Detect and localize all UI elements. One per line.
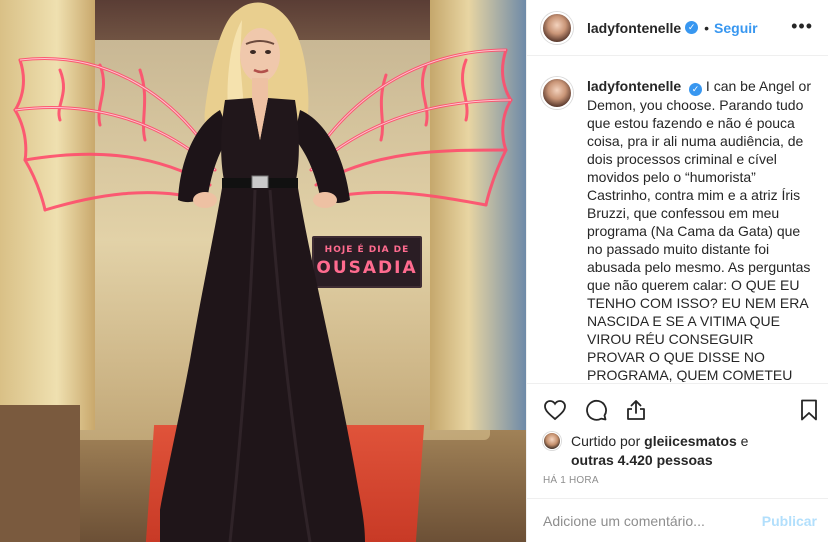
author-avatar[interactable] [541, 11, 573, 44]
liker-username[interactable]: gleiicesmatos [644, 433, 737, 449]
likes-text: Curtido por gleiicesmatos e outras 4.420… [571, 432, 748, 470]
post-header: ladyfontenelle ✓ • Seguir ••• [527, 0, 828, 56]
separator-dot: • [704, 19, 710, 36]
likes-conjunction: e [740, 433, 749, 449]
likes-prefix: Curtido por [571, 433, 641, 449]
heart-icon[interactable] [543, 398, 567, 422]
share-icon[interactable] [624, 398, 648, 422]
more-options-icon[interactable]: ••• [791, 16, 813, 37]
liker-avatar[interactable] [543, 432, 561, 450]
post-photo[interactable]: HOJE É DIA DE OUSADIA [0, 0, 526, 542]
bookmark-icon[interactable] [797, 398, 821, 422]
post-timestamp[interactable]: HÁ 1 HORA [543, 475, 599, 486]
publish-button[interactable]: Publicar [762, 513, 817, 529]
caption-text: ladyfontenelle ✓ I can be Angel or Demon… [587, 77, 815, 382]
verified-icon: ✓ [685, 21, 699, 34]
likes-summary: Curtido por gleiicesmatos e outras 4.420… [543, 432, 748, 470]
caption-author-avatar[interactable] [541, 77, 573, 109]
follow-button[interactable]: Seguir [714, 20, 758, 36]
photo-floor [0, 405, 80, 542]
comment-icon[interactable] [584, 398, 608, 422]
caption-username[interactable]: ladyfontenelle [587, 78, 681, 94]
author-username[interactable]: ladyfontenelle [587, 20, 681, 36]
post-sidebar: ladyfontenelle ✓ • Seguir ••• ladyfonten… [526, 0, 828, 542]
action-bar [527, 383, 828, 435]
verified-icon: ✓ [689, 83, 703, 96]
likes-others[interactable]: outras 4.420 pessoas [571, 452, 713, 468]
comment-input[interactable] [543, 512, 762, 529]
caption-section: ladyfontenelle ✓ I can be Angel or Demon… [527, 57, 828, 382]
comment-bar: Publicar [527, 498, 828, 542]
woman-figure [160, 2, 365, 542]
caption-body: I can be Angel or Demon, you choose. Par… [587, 78, 811, 382]
